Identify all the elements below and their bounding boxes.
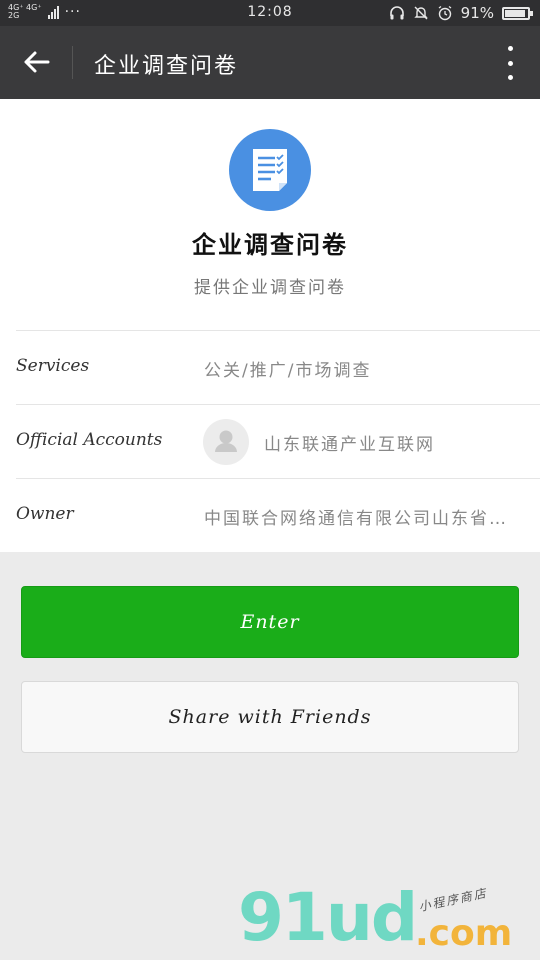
official-accounts-label: Official Accounts (16, 430, 163, 450)
official-account-name[interactable]: 山东联通产业互联网 (264, 430, 435, 455)
status-bar: 4G⁺ 4G⁺ 2G ··· 12:08 91% (0, 0, 540, 26)
navbar: 企业调查问卷 (0, 26, 540, 99)
watermark-main: 91ud (238, 879, 418, 956)
app-description: 提供企业调查问卷 (194, 278, 346, 298)
app-name: 企业调查问卷 (192, 231, 348, 259)
info-row-services: Services 公关/推广/市场调查 (16, 330, 540, 404)
arrow-left-icon (24, 51, 50, 73)
owner-value: 中国联合网络通信有限公司山东省分公司 (204, 509, 524, 529)
user-placeholder-icon (215, 430, 237, 452)
info-row-owner: Owner 中国联合网络通信有限公司山东省分公司 (16, 478, 540, 552)
nav-divider (72, 46, 73, 79)
services-value: 公关/推广/市场调查 (204, 361, 372, 381)
app-logo (229, 129, 311, 211)
info-row-official-accounts[interactable]: Official Accounts 山东联通产业互联网 (16, 404, 540, 478)
watermark-logo: 91ud .com 小程序商店 (238, 885, 528, 960)
document-checklist-icon (253, 149, 287, 191)
owner-label: Owner (16, 504, 74, 524)
share-with-friends-button[interactable]: Share with Friends (21, 681, 519, 753)
silent-bell-icon (413, 6, 428, 20)
back-button[interactable] (16, 44, 56, 80)
headphones-icon (389, 6, 404, 20)
more-button[interactable] (500, 46, 520, 80)
battery-icon (502, 6, 533, 20)
more-vertical-icon (507, 46, 513, 51)
watermark-domain: .com (415, 913, 513, 954)
page-title: 企业调查问卷 (94, 54, 239, 79)
battery-percent: 91% (460, 4, 494, 22)
enter-button[interactable]: Enter (21, 586, 519, 658)
watermark-tag: 小程序商店 (417, 885, 489, 915)
battery-level (505, 9, 525, 17)
status-right: 91% (389, 4, 533, 22)
avatar[interactable] (203, 419, 249, 465)
services-label: Services (16, 356, 90, 376)
mini-program-profile: 企业调查问卷 提供企业调查问卷 Services 公关/推广/市场调查 Offi… (0, 99, 540, 552)
alarm-icon (438, 5, 452, 21)
